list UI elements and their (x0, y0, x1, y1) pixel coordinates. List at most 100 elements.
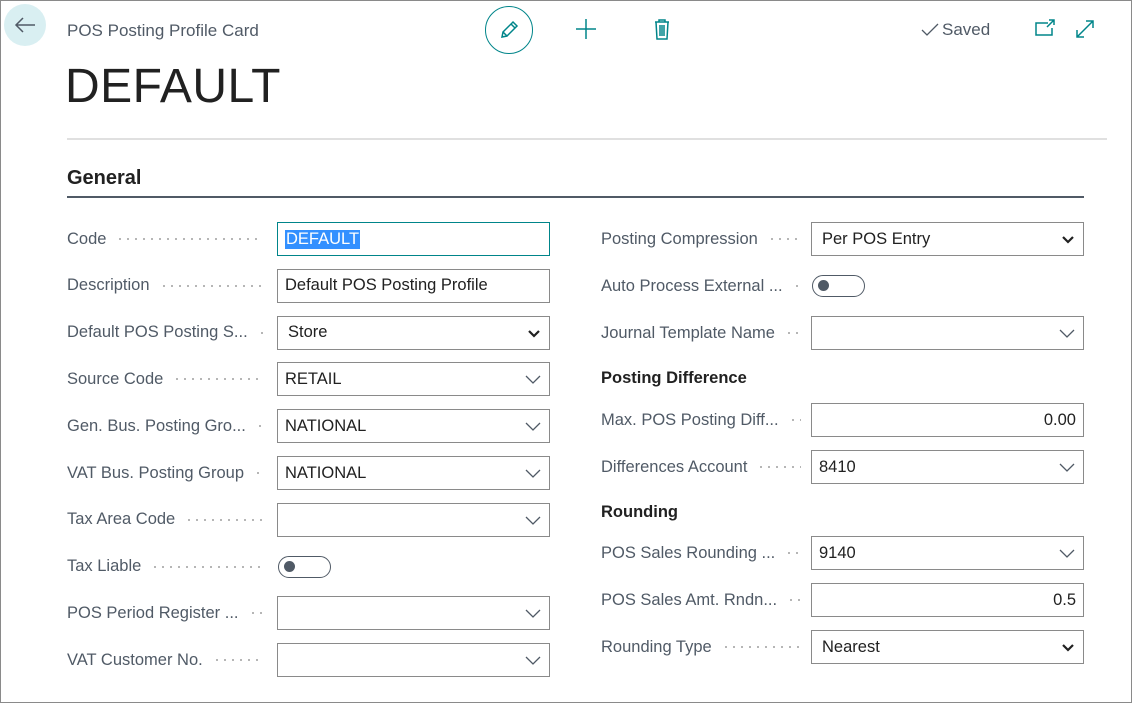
leader-dots (768, 222, 801, 256)
expand-button[interactable] (1075, 19, 1095, 44)
field-label: Gen. Bus. Posting Gro... (67, 416, 246, 435)
field-value: DEFAULT (285, 229, 361, 249)
code-input[interactable]: DEFAULT (277, 222, 550, 256)
chevron-down-icon (1062, 236, 1074, 244)
breadcrumb: POS Posting Profile Card (67, 21, 259, 40)
leader-dots (151, 549, 263, 584)
page-title: DEFAULT (65, 60, 281, 113)
field-label: VAT Customer No. (67, 650, 203, 669)
field-label: Differences Account (601, 457, 748, 476)
pos-sales-rounding-dropdown[interactable]: 9140 (811, 536, 1084, 570)
open-in-new-window-icon (1035, 19, 1055, 36)
field-label: Auto Process External ... (601, 276, 783, 295)
field-value: Nearest (822, 637, 880, 656)
leader-dots (116, 222, 263, 256)
section-divider (67, 196, 1084, 198)
field-label: POS Sales Amt. Rndn... (601, 590, 778, 609)
field-label: Tax Area Code (67, 510, 176, 529)
default-pos-posting-s-dropdown[interactable]: Store (277, 315, 550, 350)
field-value: Per POS Entry (822, 229, 931, 248)
leader-dots (785, 316, 801, 350)
leader-dots (258, 315, 263, 350)
leader-dots (789, 403, 801, 437)
chevron-down-icon (525, 469, 541, 478)
chevron-down-icon (528, 329, 540, 338)
auto-process-external-toggle[interactable] (812, 275, 865, 297)
field-value: Default POS Posting Profile (285, 276, 488, 295)
field-label: Max. POS Posting Diff... (601, 410, 779, 429)
save-status-label: Saved (942, 20, 991, 39)
rounding-type-dropdown[interactable]: Nearest (811, 630, 1084, 664)
field-label: POS Period Register ... (67, 603, 239, 622)
field-value: NATIONAL (285, 416, 367, 435)
field-value: 0.5 (1053, 590, 1076, 609)
gen-bus-posting-gro-dropdown[interactable]: NATIONAL (277, 409, 550, 444)
chevron-down-icon (525, 422, 541, 432)
leader-dots (722, 630, 801, 664)
field-value: 0.00 (1043, 410, 1076, 429)
subsection-title: Rounding (601, 503, 678, 521)
field-label: Default POS Posting S... (67, 323, 248, 342)
arrow-left-icon (14, 17, 35, 33)
vat-bus-posting-group-dropdown[interactable]: NATIONAL (277, 456, 550, 490)
leader-dots (173, 362, 263, 397)
leader-dots (793, 269, 801, 303)
leader-dots (160, 268, 263, 303)
description-input[interactable]: Default POS Posting Profile (277, 268, 550, 303)
field-label: Code (67, 229, 107, 248)
journal-template-name-dropdown[interactable] (811, 316, 1084, 350)
leader-dots (256, 409, 263, 444)
field-label: Posting Compression (601, 229, 758, 248)
chevron-down-icon (525, 375, 541, 385)
new-button[interactable] (575, 18, 597, 45)
field-label: Tax Liable (67, 557, 142, 576)
field-label: POS Sales Rounding ... (601, 543, 776, 562)
pos-period-register-dropdown[interactable] (277, 596, 550, 631)
leader-dots (787, 583, 801, 617)
vat-customer-no-dropdown[interactable] (277, 643, 550, 678)
source-code-dropdown[interactable]: RETAIL (277, 362, 550, 397)
plus-icon (576, 19, 596, 39)
save-status: Saved (921, 20, 990, 40)
chevron-down-icon (525, 656, 541, 666)
field-label: VAT Bus. Posting Group (67, 463, 245, 482)
field-label: Journal Template Name (601, 323, 775, 342)
pos-sales-amt-rndn-input[interactable]: 0.5 (811, 583, 1084, 617)
posting-compression-dropdown[interactable]: Per POS Entry (811, 222, 1084, 256)
edit-button[interactable] (485, 6, 533, 54)
expand-icon (1076, 20, 1094, 38)
leader-dots (785, 536, 801, 570)
subsection-title: Posting Difference (601, 369, 747, 387)
differences-account-dropdown[interactable]: 8410 (811, 450, 1084, 484)
chevron-down-icon (1059, 329, 1075, 338)
field-label: Source Code (67, 369, 164, 388)
check-icon (921, 23, 939, 36)
chevron-down-icon (525, 516, 541, 525)
back-button[interactable] (4, 4, 46, 46)
open-new-window-button[interactable] (1035, 19, 1057, 42)
field-value: NATIONAL (285, 463, 367, 482)
leader-dots (254, 456, 263, 490)
tax-liable-toggle[interactable] (278, 555, 331, 578)
leader-dots (185, 502, 263, 537)
leader-dots (757, 450, 801, 484)
section-title-general: General (67, 167, 142, 189)
chevron-down-icon (1062, 644, 1074, 652)
chevron-down-icon (1059, 463, 1075, 472)
field-value: 9140 (819, 543, 856, 562)
tax-area-code-dropdown[interactable] (277, 502, 550, 537)
chevron-down-icon (525, 609, 541, 619)
header-divider (67, 138, 1107, 140)
trash-icon (655, 19, 669, 40)
field-value: 8410 (819, 457, 856, 476)
leader-dots (249, 596, 263, 631)
field-value: Store (288, 323, 328, 342)
field-label: Description (67, 276, 150, 295)
chevron-down-icon (1059, 549, 1075, 558)
max-pos-posting-diff-input[interactable]: 0.00 (811, 403, 1084, 437)
field-label: Rounding Type (601, 637, 712, 656)
leader-dots (213, 643, 263, 678)
delete-button[interactable] (653, 18, 671, 45)
field-value: RETAIL (285, 369, 342, 388)
pencil-icon (501, 20, 519, 38)
